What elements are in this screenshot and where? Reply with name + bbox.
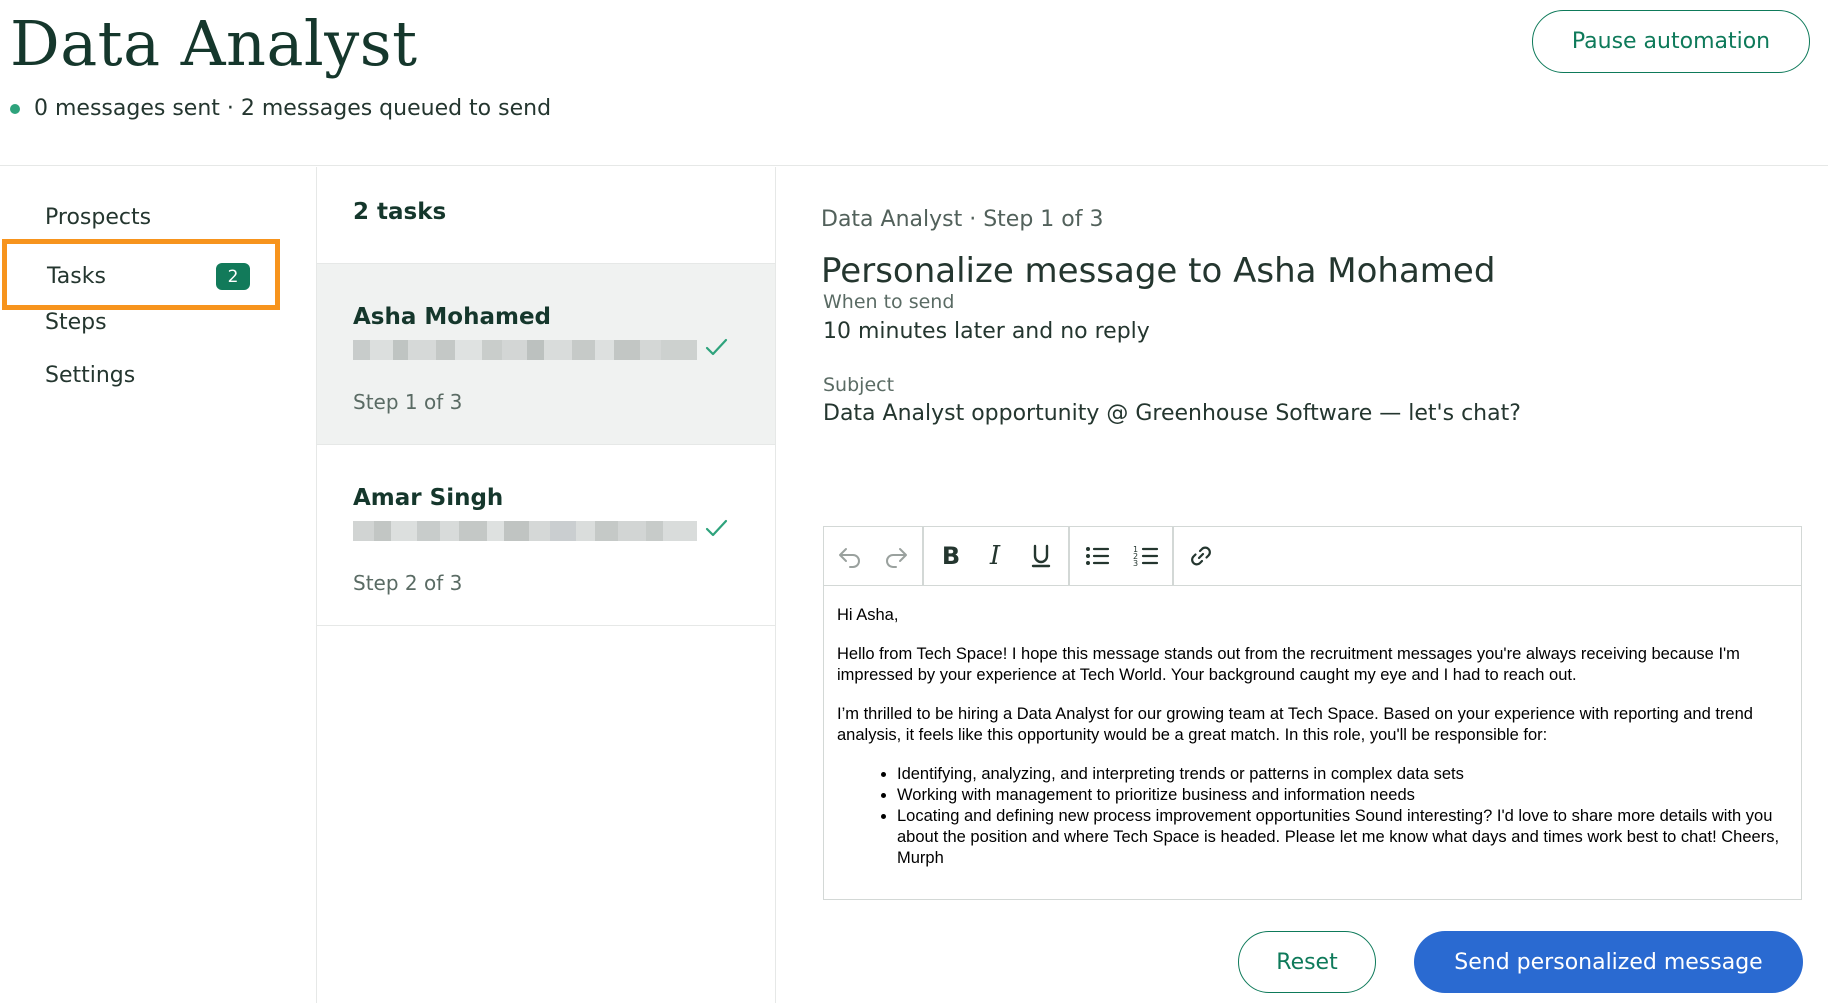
undo-icon[interactable]	[830, 537, 870, 575]
check-icon	[705, 519, 728, 537]
sidebar-item-steps[interactable]: Steps	[45, 310, 107, 335]
page-title: Data Analyst	[10, 7, 418, 80]
toolbar-divider	[1172, 527, 1174, 585]
task-prospect-name: Asha Mohamed	[353, 304, 552, 330]
message-editor[interactable]: B I 123 Hi Asha, Hello from Tech Space! …	[823, 526, 1802, 900]
tasks-count-heading: 2 tasks	[353, 199, 447, 225]
numbered-list-icon[interactable]: 123	[1126, 537, 1166, 575]
message-editor-panel: Data Analyst · Step 1 of 3 Personalize m…	[776, 167, 1828, 1003]
breadcrumb: Data Analyst · Step 1 of 3	[821, 207, 1104, 232]
editor-toolbar: B I 123	[824, 527, 1801, 586]
task-step: Step 1 of 3	[353, 390, 463, 414]
pause-automation-button[interactable]: Pause automation	[1532, 10, 1810, 73]
subject-value: Data Analyst opportunity @ Greenhouse So…	[823, 401, 1521, 426]
reset-button[interactable]: Reset	[1238, 931, 1376, 993]
toolbar-divider	[1068, 527, 1070, 585]
list-item: Working with management to prioritize bu…	[897, 785, 1787, 806]
message-body[interactable]: Hi Asha, Hello from Tech Space! I hope t…	[837, 605, 1787, 869]
bulleted-list-icon[interactable]	[1077, 537, 1117, 575]
task-list-panel: 2 tasks Asha Mohamed Step 1 of 3 Amar Si…	[317, 167, 776, 1003]
message-paragraph: Hello from Tech Space! I hope this messa…	[837, 645, 1740, 684]
link-icon[interactable]	[1181, 537, 1221, 575]
redacted-email	[353, 340, 698, 360]
redacted-email	[353, 521, 698, 541]
toolbar-divider	[922, 527, 924, 585]
sidebar-item-settings[interactable]: Settings	[45, 363, 135, 388]
when-to-send-label: When to send	[823, 291, 955, 313]
sidebar-nav: Prospects Tasks 2 Steps Settings	[0, 167, 317, 1003]
page-header: Data Analyst 0 messages sent · 2 message…	[0, 0, 1828, 166]
status-text: 0 messages sent · 2 messages queued to s…	[34, 96, 552, 121]
list-item: Identifying, analyzing, and interpreting…	[897, 764, 1787, 785]
task-list-header: 2 tasks	[317, 167, 775, 264]
italic-icon[interactable]: I	[975, 537, 1015, 575]
task-card[interactable]: Asha Mohamed Step 1 of 3	[317, 264, 775, 445]
message-bullet-list: Identifying, analyzing, and interpreting…	[837, 764, 1787, 869]
bold-icon[interactable]: B	[931, 537, 971, 575]
status-dot-icon	[10, 103, 20, 114]
redo-icon[interactable]	[876, 537, 916, 575]
task-prospect-name: Amar Singh	[353, 485, 504, 511]
sidebar-item-prospects[interactable]: Prospects	[45, 205, 151, 230]
message-paragraph: I’m thrilled to be hiring a Data Analyst…	[837, 705, 1753, 744]
message-greeting: Hi Asha,	[837, 606, 899, 624]
svg-text:3: 3	[1133, 559, 1138, 568]
task-card[interactable]: Amar Singh Step 2 of 3	[317, 445, 775, 626]
sidebar-item-label: Tasks	[47, 264, 106, 289]
when-to-send-value: 10 minutes later and no reply	[823, 319, 1150, 344]
subject-label: Subject	[823, 374, 895, 396]
tasks-count-badge: 2	[216, 263, 250, 290]
task-step: Step 2 of 3	[353, 571, 463, 595]
message-title: Personalize message to Asha Mohamed	[821, 251, 1496, 291]
list-item: Locating and defining new process improv…	[897, 806, 1787, 869]
send-personalized-message-button[interactable]: Send personalized message	[1414, 931, 1803, 993]
check-icon	[705, 338, 728, 356]
automation-status: 0 messages sent · 2 messages queued to s…	[10, 96, 551, 121]
underline-icon[interactable]	[1021, 537, 1061, 575]
sidebar-item-tasks[interactable]: Tasks 2	[2, 239, 280, 310]
